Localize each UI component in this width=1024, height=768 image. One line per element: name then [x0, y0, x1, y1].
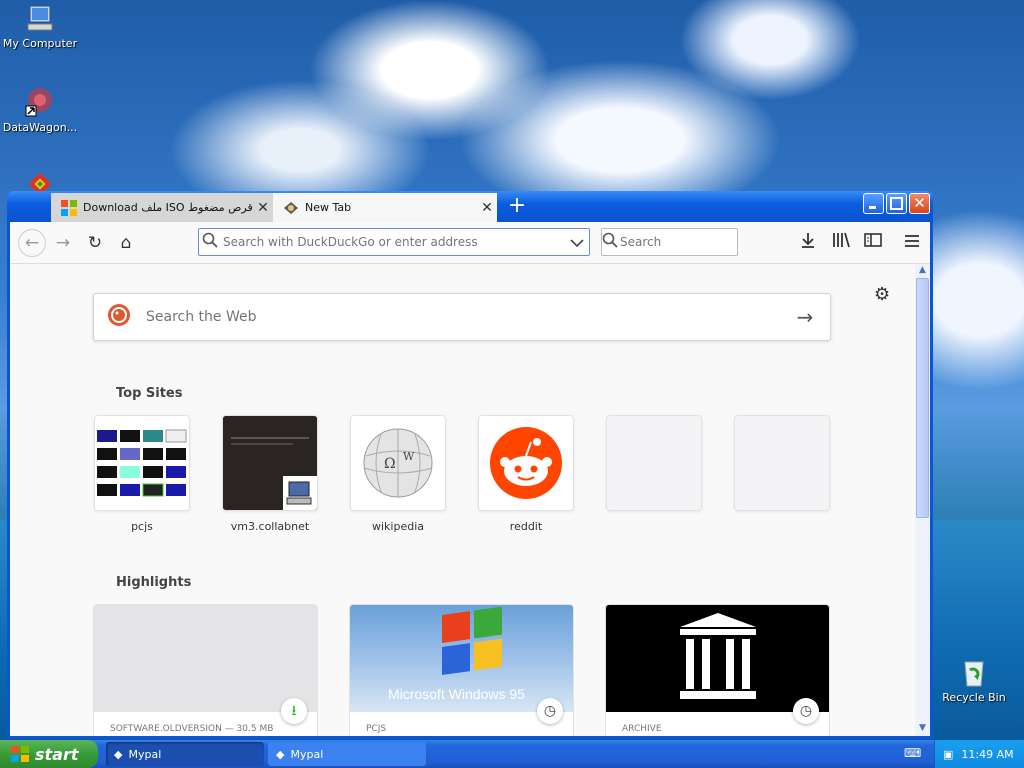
desktop-icon-recycle-bin[interactable]: Recycle Bin: [934, 656, 1014, 704]
highlights-heading: Highlights: [116, 575, 192, 590]
vertical-scrollbar[interactable]: ▲ ▼: [915, 264, 930, 736]
desktop-icon-label: My Computer: [2, 37, 78, 50]
top-site-label: pcjs: [131, 520, 153, 533]
reload-button[interactable]: ↻: [83, 231, 107, 255]
scroll-down-arrow[interactable]: ▼: [916, 722, 929, 735]
gear-icon[interactable]: ⚙: [874, 284, 890, 305]
top-site-empty[interactable]: [734, 415, 830, 520]
back-button[interactable]: ←: [18, 229, 46, 257]
tab-close-icon[interactable]: ✕: [477, 200, 497, 216]
scrollbar-thumb[interactable]: [916, 278, 929, 518]
tab-title: New Tab: [305, 201, 352, 214]
top-site-reddit[interactable]: reddit: [478, 415, 574, 533]
mypal-icon: ◆: [276, 747, 285, 761]
keyboard-icon[interactable]: ⌨: [904, 746, 921, 760]
url-bar[interactable]: [198, 228, 590, 256]
windows-logo-icon: [10, 745, 30, 763]
clock: 11:49 AM: [961, 747, 1014, 761]
desktop-icon-label: Recycle Bin: [942, 691, 1006, 704]
tab-download-iso[interactable]: Download ملف ISO لـ قرص مضغوط ✕: [51, 193, 273, 222]
top-site-wikipedia[interactable]: Ω W wikipedia: [350, 415, 446, 533]
task-label: Mypal: [128, 747, 162, 761]
svg-text:Ω: Ω: [384, 456, 396, 472]
title-bar[interactable]: Download ملف ISO لـ قرص مضغوط ✕ New Tab …: [7, 191, 933, 222]
task-label: Mypal: [290, 747, 324, 761]
taskbar-item-mypal[interactable]: ◆ Mypal: [106, 742, 264, 766]
highlight-card-pcjs[interactable]: Microsoft Windows 95 PCJS ◷: [349, 604, 574, 736]
browser-window: Download ملف ISO لـ قرص مضغوط ✕ New Tab …: [7, 191, 933, 739]
recycle-bin-icon: [958, 656, 990, 688]
highlight-image: [606, 605, 829, 712]
start-button[interactable]: start: [0, 740, 98, 768]
top-site-thumbnail: [734, 415, 830, 511]
clock-icon: ◷: [537, 698, 563, 724]
top-site-vm3-collabnet[interactable]: vm3.collabnet: [222, 415, 318, 533]
library-icon[interactable]: [829, 231, 853, 255]
highlight-card-archive[interactable]: ARCHIVE ◷: [605, 604, 830, 736]
start-label: start: [35, 744, 79, 764]
arrow-right-icon[interactable]: →: [780, 305, 830, 329]
web-search-box[interactable]: →: [93, 293, 831, 341]
chevron-down-icon[interactable]: [565, 233, 589, 252]
top-site-thumbnail: [222, 415, 318, 511]
search-icon: [199, 232, 221, 252]
desktop-icon-label: DataWagon...: [2, 121, 78, 134]
desktop-icon-my-computer[interactable]: My Computer: [0, 2, 80, 50]
desktop-icon-datawagon[interactable]: DataWagon...: [0, 86, 80, 134]
minimize-button[interactable]: [863, 193, 884, 214]
search-icon: [602, 232, 618, 252]
svg-text:W: W: [403, 450, 415, 463]
highlight-image: Microsoft Windows 95: [350, 605, 573, 712]
close-window-button[interactable]: ✕: [909, 193, 930, 214]
highlight-image-text: Microsoft Windows 95: [388, 686, 525, 702]
top-site-thumbnail: Ω W: [350, 415, 446, 511]
top-site-label: wikipedia: [371, 520, 424, 533]
network-icon[interactable]: ▣: [943, 748, 953, 761]
home-button[interactable]: ⌂: [114, 231, 138, 255]
taskbar: start ◆ Mypal ◆ Mypal ⌨ ▣ 11:49 AM: [0, 740, 1024, 768]
top-sites-heading: Top Sites: [116, 386, 183, 401]
forward-button[interactable]: →: [51, 231, 75, 255]
maximize-button[interactable]: [886, 193, 907, 214]
computer-icon: [24, 2, 56, 34]
url-input[interactable]: [221, 234, 565, 250]
navigation-toolbar: ← → ↻ ⌂: [10, 222, 930, 264]
web-search-input[interactable]: [144, 308, 780, 326]
microsoft-favicon-icon: [61, 199, 77, 216]
sidebar-icon[interactable]: [861, 231, 885, 255]
tab-title: Download ملف ISO لـ قرص مضغوط: [83, 201, 253, 214]
download-icon[interactable]: [796, 231, 820, 255]
top-site-thumbnail: [478, 415, 574, 511]
top-site-label: reddit: [509, 520, 543, 533]
tab-close-icon[interactable]: ✕: [253, 200, 273, 216]
new-tab-page: ⚙ → Top Sites pcjs: [10, 264, 915, 736]
new-tab-button[interactable]: +: [503, 194, 531, 220]
search-input[interactable]: [618, 234, 772, 250]
scroll-up-arrow[interactable]: ▲: [916, 264, 929, 277]
highlight-image: [94, 605, 317, 712]
top-site-thumbnail: [606, 415, 702, 511]
tab-new-tab[interactable]: New Tab ✕: [273, 193, 497, 222]
system-tray: ▣ 11:49 AM: [934, 740, 1024, 768]
top-site-label: vm3.collabnet: [230, 520, 310, 533]
top-site-pcjs[interactable]: pcjs: [94, 415, 190, 533]
menu-icon[interactable]: [900, 231, 924, 255]
search-bar[interactable]: [601, 228, 772, 256]
top-site-empty[interactable]: [606, 415, 702, 520]
duckduckgo-icon: [94, 303, 144, 331]
clock-icon: ◷: [793, 698, 819, 724]
highlight-card-software-oldversion[interactable]: SOFTWARE.OLDVERSION — 30.5 MB ⭳: [93, 604, 318, 736]
mypal-icon: ◆: [114, 747, 123, 761]
top-site-thumbnail: [94, 415, 190, 511]
datawagon-icon: [24, 86, 56, 118]
taskbar-item-mypal[interactable]: ◆ Mypal: [268, 742, 426, 766]
mypal-favicon-icon: [283, 200, 299, 216]
download-icon: ⭳: [281, 698, 307, 724]
